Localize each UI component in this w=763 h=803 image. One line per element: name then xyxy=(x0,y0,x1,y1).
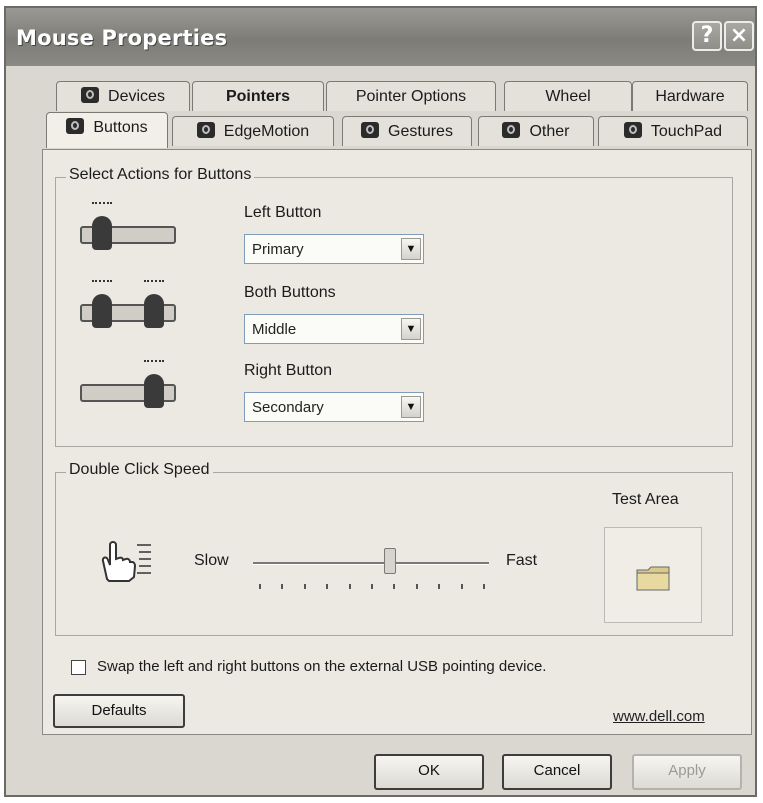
slider-tick xyxy=(438,584,441,589)
double-click-speed-title: Double Click Speed xyxy=(66,461,213,479)
both-buttons-value: Middle xyxy=(252,321,297,338)
tab-strip: Devices Pointers Pointer Options Wheel H… xyxy=(46,81,752,151)
tab-devices[interactable]: Devices xyxy=(56,81,190,111)
select-actions-title: Select Actions for Buttons xyxy=(66,166,255,184)
slider-tick xyxy=(259,584,261,589)
right-button-label: Right Button xyxy=(244,362,333,379)
double-click-speed-group: Double Click Speed Slow Fast Test Area xyxy=(55,461,733,636)
tab-wheel[interactable]: Wheel xyxy=(504,81,632,111)
tab-label: TouchPad xyxy=(650,123,723,140)
slider-tick xyxy=(483,584,485,589)
title-bar[interactable]: Mouse Properties ? × xyxy=(6,8,755,66)
speed-slider-thumb[interactable] xyxy=(383,548,396,574)
select-actions-group: Select Actions for Buttons Left Button P… xyxy=(55,166,733,447)
tab-label: Pointer Options xyxy=(355,88,467,105)
left-button-label: Left Button xyxy=(244,204,322,221)
slow-label: Slow xyxy=(194,552,229,569)
fast-label: Fast xyxy=(506,552,538,569)
slider-tick xyxy=(303,584,306,589)
right-button-mouse-icon xyxy=(80,360,182,416)
slider-tick xyxy=(393,584,396,589)
tab-label: Other xyxy=(529,123,570,140)
apply-button[interactable]: Apply xyxy=(632,754,742,790)
tab-label: Wheel xyxy=(545,88,591,105)
tab-label: Devices xyxy=(108,88,165,105)
close-button[interactable]: × xyxy=(724,21,754,51)
help-button[interactable]: ? xyxy=(692,21,722,51)
both-buttons-label: Both Buttons xyxy=(244,284,336,301)
other-icon xyxy=(502,122,521,138)
slider-tick xyxy=(371,584,373,589)
test-area-label: Test Area xyxy=(612,491,679,508)
defaults-button[interactable]: Defaults xyxy=(53,694,185,728)
left-button-mouse-icon xyxy=(80,202,182,258)
tab-pointers[interactable]: Pointers xyxy=(192,81,324,111)
chevron-down-icon[interactable]: ▼ xyxy=(401,238,421,260)
mouse-properties-window: Mouse Properties ? × Devices Pointers Po… xyxy=(4,6,757,797)
buttons-tab-panel: Select Actions for Buttons Left Button P… xyxy=(42,149,752,735)
left-button-select[interactable]: Primary ▼ xyxy=(244,234,424,264)
tab-other[interactable]: Other xyxy=(478,116,594,146)
pointer-hand-icon xyxy=(101,541,151,582)
slider-tick xyxy=(415,584,418,589)
window-title: Mouse Properties xyxy=(16,26,228,50)
right-button-select[interactable]: Secondary ▼ xyxy=(244,392,424,422)
ok-button[interactable]: OK xyxy=(374,754,484,790)
tab-label: Buttons xyxy=(93,119,148,136)
edgemotion-icon xyxy=(196,122,215,138)
folder-icon xyxy=(636,566,670,591)
chevron-down-icon[interactable]: ▼ xyxy=(401,396,421,418)
touchpad-icon xyxy=(623,122,642,138)
gestures-icon xyxy=(361,122,380,138)
dell-website-link[interactable]: www.dell.com xyxy=(613,708,705,725)
tab-pointer-options[interactable]: Pointer Options xyxy=(326,81,496,111)
tab-label: Hardware xyxy=(655,88,725,105)
tab-edgemotion[interactable]: EdgeMotion xyxy=(172,116,334,146)
slider-tick xyxy=(326,584,329,589)
test-area[interactable] xyxy=(604,527,702,623)
both-buttons-select[interactable]: Middle ▼ xyxy=(244,314,424,344)
tab-hardware[interactable]: Hardware xyxy=(632,81,748,111)
swap-buttons-checkbox[interactable] xyxy=(71,660,86,675)
slider-tick xyxy=(281,584,284,589)
left-button-value: Primary xyxy=(252,241,304,258)
devices-icon xyxy=(81,87,100,103)
speed-slider-track[interactable] xyxy=(253,562,489,565)
tab-label: EdgeMotion xyxy=(223,123,310,140)
slider-tick xyxy=(348,584,351,589)
both-buttons-mouse-icon xyxy=(80,280,182,336)
tab-touchpad[interactable]: TouchPad xyxy=(598,116,748,146)
speed-slider-ticks xyxy=(259,584,485,590)
swap-buttons-label[interactable]: Swap the left and right buttons on the e… xyxy=(97,658,546,675)
tab-label: Pointers xyxy=(225,88,290,105)
chevron-down-icon[interactable]: ▼ xyxy=(401,318,421,340)
right-button-value: Secondary xyxy=(252,399,324,416)
cancel-button[interactable]: Cancel xyxy=(502,754,612,790)
tab-buttons[interactable]: Buttons xyxy=(46,112,168,148)
tab-gestures[interactable]: Gestures xyxy=(342,116,472,146)
buttons-icon xyxy=(66,118,85,134)
tab-label: Gestures xyxy=(388,123,453,140)
slider-tick xyxy=(460,584,463,589)
